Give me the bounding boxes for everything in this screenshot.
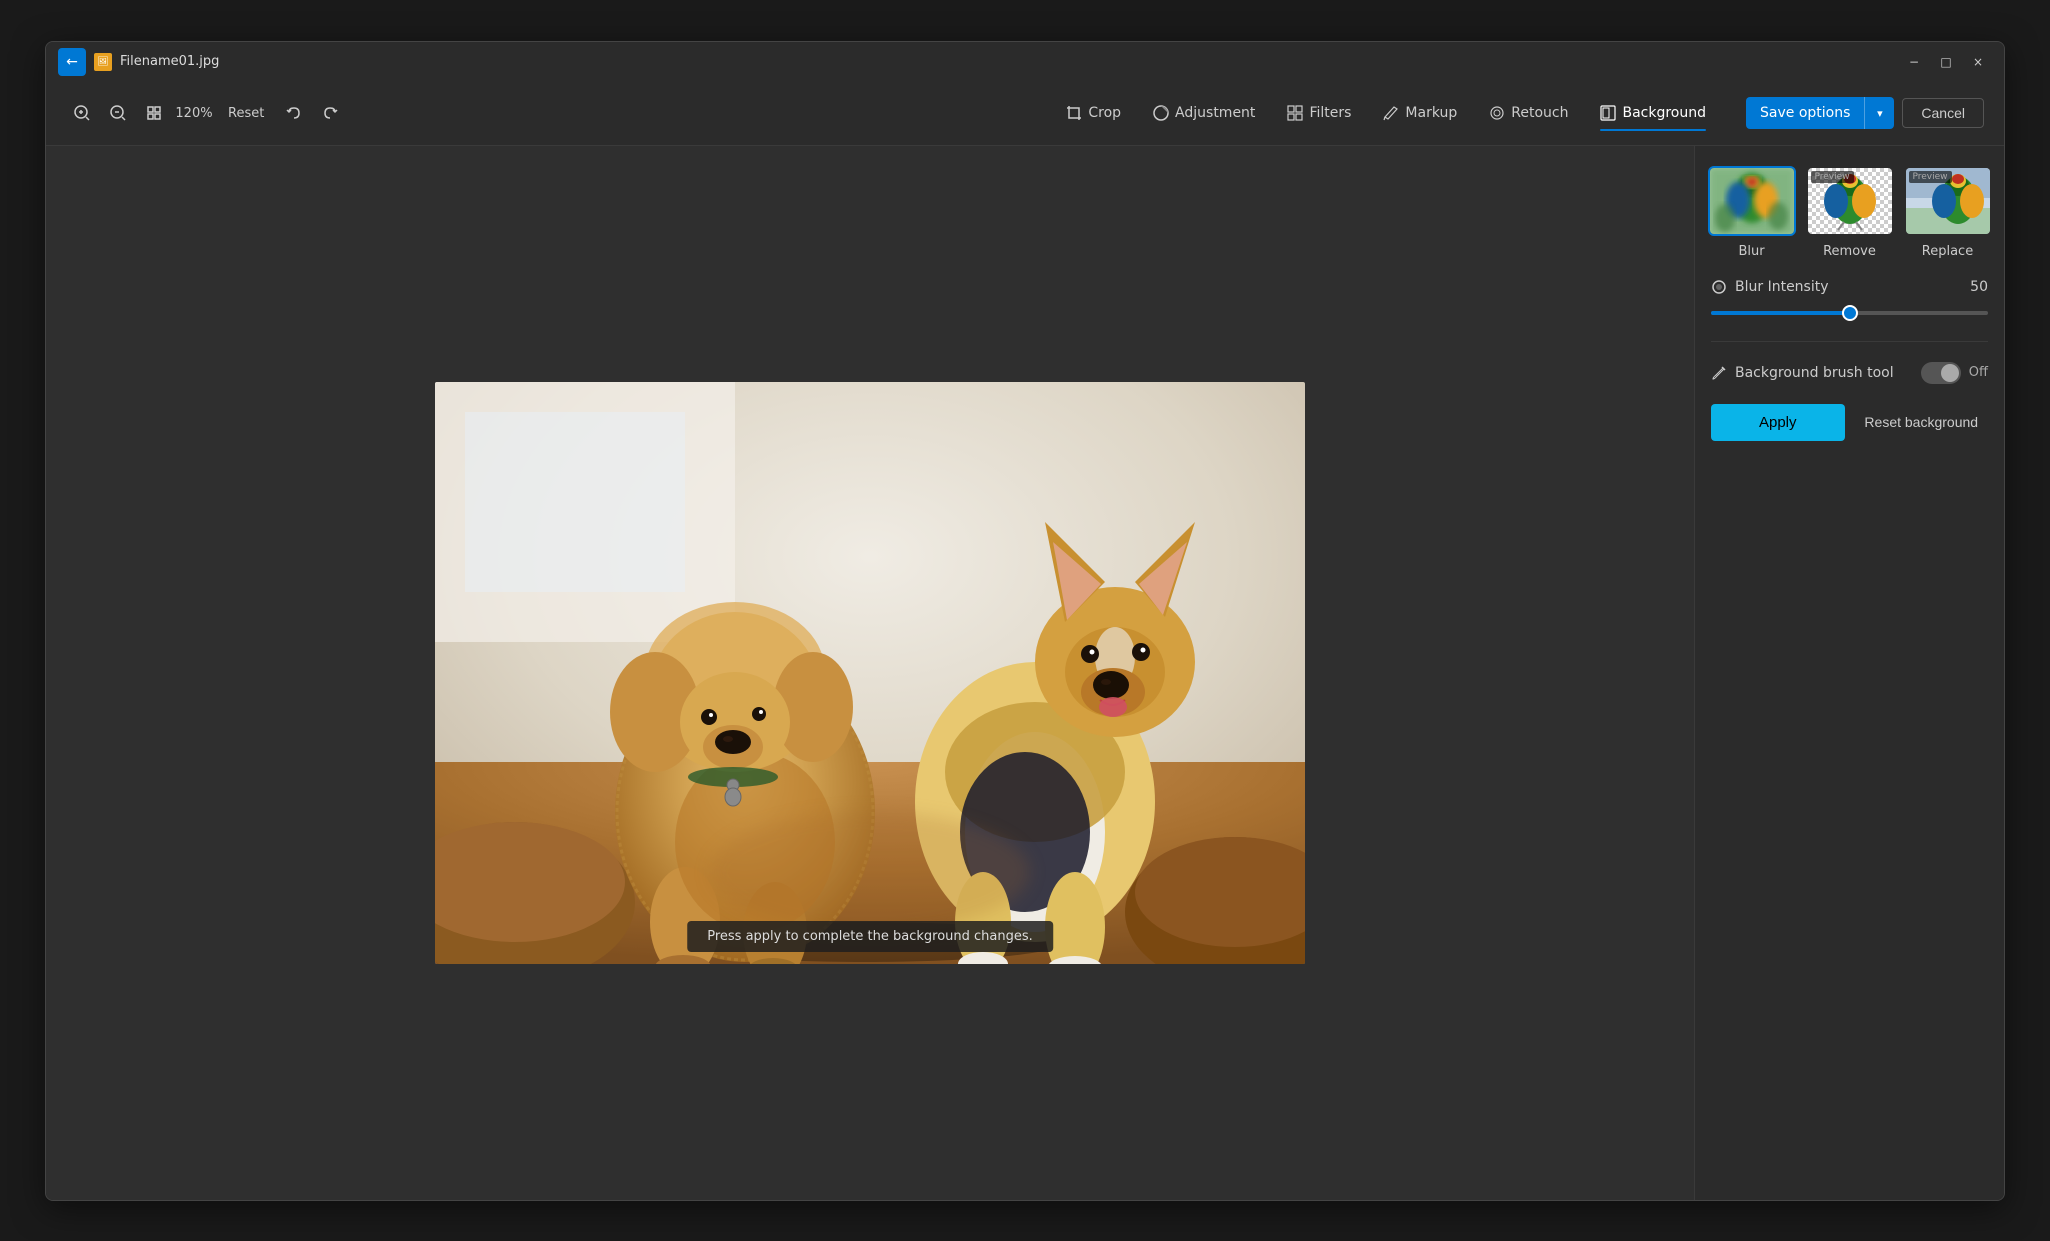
blur-intensity-slider[interactable] [1711,305,1988,321]
tab-markup[interactable]: Markup [1367,97,1473,129]
retouch-icon [1489,105,1505,121]
app-window: ← 🖼 Filename01.jpg − □ × [45,41,2005,1201]
action-buttons: Apply Reset background [1711,404,1988,441]
blur-intensity-label: Blur Intensity [1735,279,1829,295]
background-icon [1600,105,1616,121]
remove-label: Remove [1823,244,1876,259]
reset-background-button[interactable]: Reset background [1855,404,1989,441]
blur-intensity-icon [1711,279,1727,295]
maximize-button[interactable]: □ [1932,51,1960,73]
markup-icon [1383,105,1399,121]
zoom-out-button[interactable] [102,97,134,129]
hint-bar: Press apply to complete the background c… [687,921,1053,952]
blur-thumbnail [1708,166,1796,236]
zoom-in-button[interactable] [66,97,98,129]
replace-label: Replace [1922,244,1973,259]
canvas-area[interactable]: Press apply to complete the background c… [46,146,1694,1200]
redo-button[interactable] [314,97,346,129]
filters-icon [1287,105,1303,121]
brush-tool-label: Background brush tool [1735,365,1894,381]
save-options-button[interactable]: Save options ▾ [1746,97,1894,129]
replace-mode-card[interactable]: Preview [1904,166,1992,259]
app-icon: 🖼 [94,53,112,71]
toggle-state-label: Off [1969,365,1988,380]
dogs-image [435,382,1305,964]
crop-icon [1066,105,1082,121]
blur-value: 50 [1970,279,1988,295]
tab-background[interactable]: Background [1584,97,1722,129]
window-title: Filename01.jpg [120,54,1892,69]
main-area: Press apply to complete the background c… [46,146,2004,1200]
brush-label-row: Background brush tool [1711,365,1894,381]
toolbar-right: Save options ▾ Cancel [1746,97,1984,129]
brush-icon [1711,365,1727,381]
tool-group: Crop Adjustment Filters [1050,97,1722,129]
tab-filters[interactable]: Filters [1271,97,1367,129]
blur-intensity-section: Blur Intensity 50 [1711,279,1988,321]
adjustment-icon [1153,105,1169,121]
back-button[interactable]: ← [58,48,86,76]
fit-button[interactable] [138,97,170,129]
save-options-arrow[interactable]: ▾ [1864,97,1894,129]
toggle-switch[interactable] [1921,362,1961,384]
remove-thumbnail: Preview [1806,166,1894,236]
apply-button[interactable]: Apply [1711,404,1845,441]
blur-mode-card[interactable]: Blur [1708,166,1796,259]
zoom-level-label: 120% [174,106,214,121]
toggle-knob [1941,364,1959,382]
panel-divider [1711,341,1988,342]
blur-title-row: Blur Intensity [1711,279,1829,295]
reset-zoom-button[interactable]: Reset [218,102,274,125]
close-button[interactable]: × [1964,51,1992,73]
brush-tool-section: Background brush tool Off [1711,362,1988,384]
blur-intensity-header: Blur Intensity 50 [1711,279,1988,295]
zoom-controls: 120% Reset [66,97,346,129]
blur-label: Blur [1738,244,1764,259]
right-panel: Blur Preview [1694,146,2004,1200]
cancel-button[interactable]: Cancel [1902,98,1984,128]
replace-thumbnail: Preview [1904,166,1992,236]
remove-mode-card[interactable]: Preview [1806,166,1894,259]
image-container: Press apply to complete the background c… [435,382,1305,964]
minimize-button[interactable]: − [1900,51,1928,73]
undo-button[interactable] [278,97,310,129]
toolbar: 120% Reset [46,82,2004,146]
tab-retouch[interactable]: Retouch [1473,97,1584,129]
titlebar: ← 🖼 Filename01.jpg − □ × [46,42,2004,82]
tab-adjustment[interactable]: Adjustment [1137,97,1271,129]
brush-toggle[interactable]: Off [1921,362,1988,384]
background-mode-cards: Blur Preview [1711,166,1988,259]
window-controls: − □ × [1900,51,1992,73]
tab-crop[interactable]: Crop [1050,97,1137,129]
save-options-label[interactable]: Save options [1746,99,1864,127]
